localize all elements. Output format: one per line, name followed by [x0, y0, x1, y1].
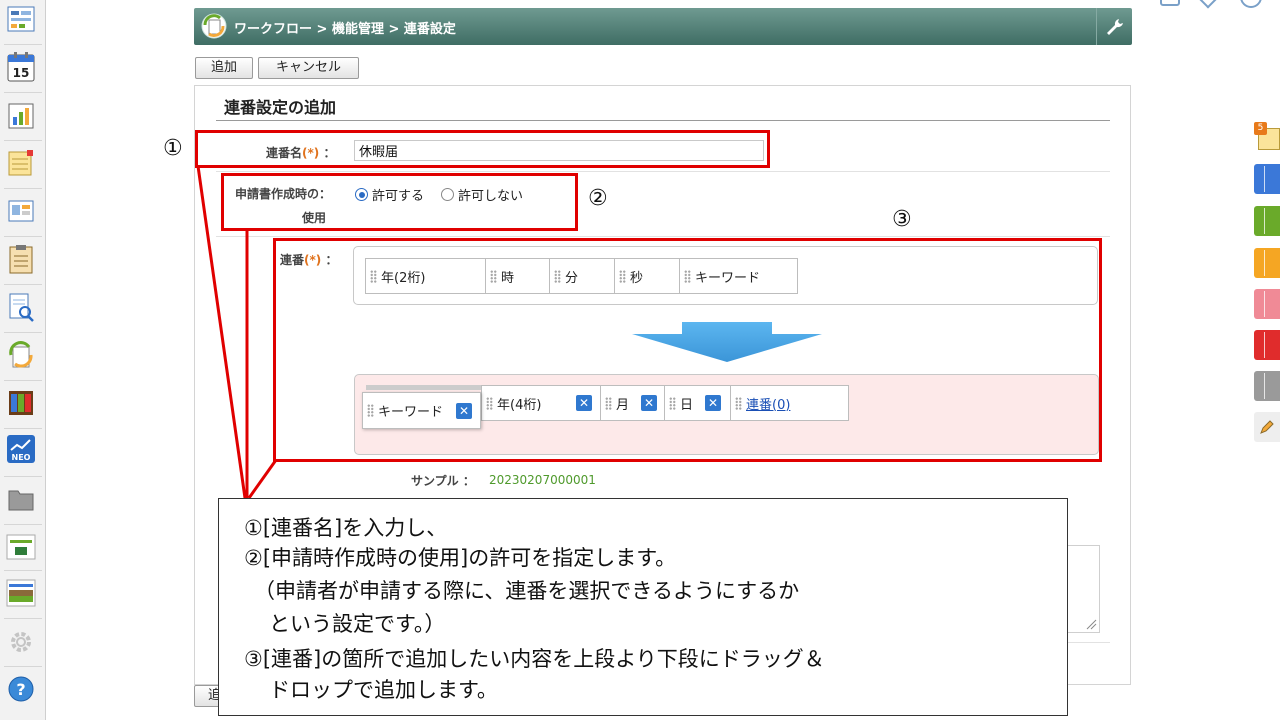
callout-line-3: （申請者が申請する際に、連番を選択できるようにするか: [254, 579, 800, 603]
callout-line-4: という設定です。）: [269, 612, 446, 636]
marker-2: ②: [588, 186, 608, 211]
instruction-callout: ①[連番名]を入力し、 ②[申請時作成時の使用]の許可を指定します。 （申請者が…: [218, 498, 1068, 716]
callout-line-2: ②[申請時作成時の使用]の許可を指定します。: [244, 546, 677, 570]
callout-line-1: ①[連番名]を入力し、: [244, 516, 448, 540]
marker-1: ①: [163, 136, 183, 161]
callout-line-6: ドロップで追加します。: [269, 678, 498, 702]
marker-3: ③: [892, 207, 912, 232]
callout-line-5: ③[連番]の箇所で追加したい内容を上段より下段にドラッグ＆: [244, 647, 825, 671]
